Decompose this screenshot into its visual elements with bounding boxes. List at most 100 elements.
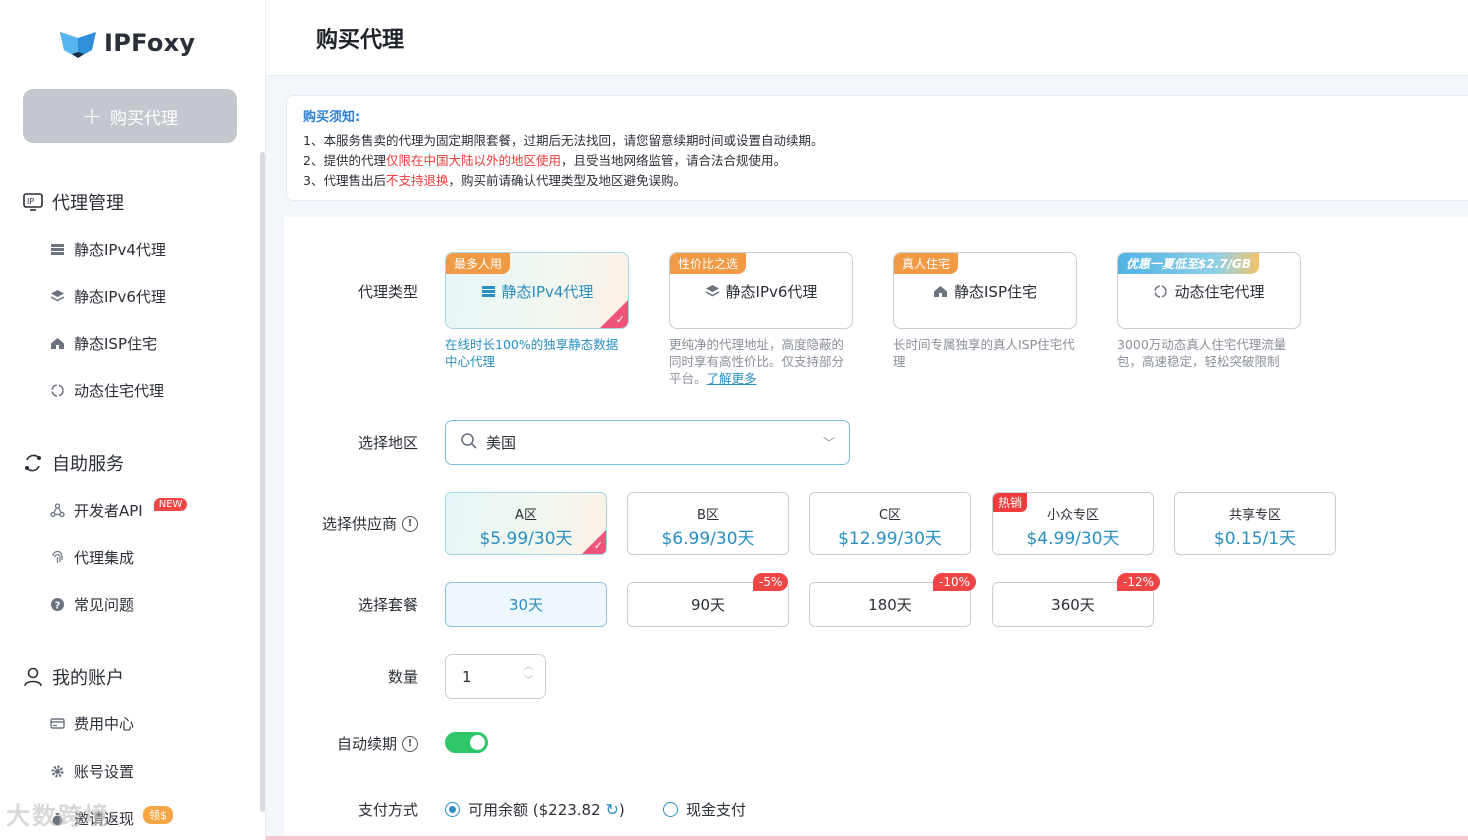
- svg-text:IP: IP: [27, 197, 34, 206]
- supplier-card-b[interactable]: B区 $6.99/30天: [627, 492, 789, 555]
- nav-group-self-service[interactable]: 自助服务: [22, 450, 124, 476]
- notice-text: 2、提供的代理: [303, 153, 386, 168]
- bottom-strip: [266, 836, 1468, 840]
- sidebar-item-label: 常见问题: [74, 596, 135, 614]
- brand-name: IPFoxy: [104, 29, 196, 57]
- check-icon: ✓: [593, 539, 603, 552]
- supplier-name: A区: [515, 508, 537, 523]
- user-icon: [24, 667, 42, 687]
- quantity-label: 数量: [387, 668, 418, 686]
- sidebar-item-label: 静态ISP住宅: [74, 335, 157, 353]
- quantity-stepper[interactable]: 1 ︿ ﹀: [445, 654, 546, 699]
- supplier-card-niche[interactable]: 热销 小众专区 $4.99/30天: [992, 492, 1154, 555]
- buy-proxy-button[interactable]: + 购买代理: [23, 89, 237, 143]
- type-name: 静态IPv4代理: [446, 281, 628, 302]
- question-icon: ?: [50, 597, 65, 612]
- sidebar-item-developer-api[interactable]: 开发者API NEW: [50, 498, 188, 521]
- payment-option-balance[interactable]: 可用余额 ($223.82 ↻): [445, 799, 625, 820]
- sidebar-item-label: 静态IPv6代理: [74, 288, 166, 306]
- type-description: 长时间专属独享的真人ISP住宅代理: [893, 337, 1075, 369]
- nav-group-label: 代理管理: [52, 193, 124, 214]
- supplier-label: 选择供应商!: [278, 513, 418, 534]
- supplier-price: $0.15/1天: [1213, 529, 1297, 549]
- refresh-icon[interactable]: ↻: [605, 800, 618, 819]
- supplier-card-shared[interactable]: 共享专区 $0.15/1天: [1174, 492, 1336, 555]
- proxy-type-card-dynamic-residential[interactable]: 优惠一夏低至$2.7/GB 动态住宅代理: [1117, 252, 1301, 329]
- type-name-text: 静态IPv6代理: [725, 283, 818, 301]
- hot-tag: 热销: [993, 493, 1028, 512]
- auto-renew-label: 自动续期!: [278, 733, 418, 754]
- supplier-name: C区: [878, 508, 902, 523]
- ip-monitor-icon: IP: [23, 193, 43, 211]
- layers-icon: [705, 285, 719, 297]
- type-description: 在线时长100%的独享静态数据中心代理: [445, 337, 619, 369]
- region-label: 选择地区: [357, 434, 418, 452]
- info-icon[interactable]: !: [402, 515, 418, 532]
- server-icon: [481, 286, 495, 297]
- type-description: 3000万动态真人住宅代理流量包，高速稳定，轻松突破限制: [1117, 337, 1287, 369]
- info-icon[interactable]: !: [402, 735, 418, 752]
- supplier-name: 共享专区: [1228, 508, 1281, 523]
- chevron-up-icon[interactable]: ︿: [524, 662, 533, 672]
- notice-line-1: 1、本服务售卖的代理为固定期限套餐，过期后无法找回，请您留意续期时间或设置自动续…: [303, 133, 824, 148]
- sidebar-item-billing[interactable]: 费用中心: [50, 713, 134, 734]
- type-name-text: 静态IPv4代理: [501, 283, 594, 301]
- sidebar-item-faq[interactable]: ? 常见问题: [50, 594, 134, 615]
- payment-option-cash[interactable]: 现金支付: [663, 799, 746, 820]
- type-tag: 真人住宅: [894, 253, 959, 274]
- proxy-type-card-static-ipv6[interactable]: 性价比之选 静态IPv6代理: [669, 252, 853, 329]
- sidebar-item-label: 动态住宅代理: [74, 382, 165, 400]
- type-tag: 性价比之选: [670, 253, 747, 274]
- quantity-value: 1: [462, 667, 472, 686]
- notice-text: ，购买前请确认代理类型及地区避免误购。: [448, 173, 686, 188]
- balance-text: 可用余额 ($223.82: [468, 801, 601, 819]
- api-nodes-icon: [50, 503, 65, 518]
- sidebar-item-account-settings[interactable]: 账号设置: [50, 761, 134, 782]
- cycle-icon: [50, 383, 65, 398]
- stepper-arrows: ︿ ﹀: [524, 662, 533, 686]
- nav-group-proxy-management[interactable]: IP 代理管理: [22, 189, 124, 215]
- card-icon: [50, 716, 65, 731]
- sidebar-item-static-ipv6[interactable]: 静态IPv6代理: [50, 286, 166, 307]
- sidebar-item-dynamic-residential[interactable]: 动态住宅代理: [50, 380, 164, 401]
- type-name: 动态住宅代理: [1118, 281, 1300, 302]
- new-badge: NEW: [153, 498, 188, 511]
- type-name: 静态ISP住宅: [894, 281, 1076, 302]
- cashback-badge: 领$: [143, 805, 174, 824]
- nav-group-my-account[interactable]: 我的账户: [22, 664, 124, 690]
- plan-option-30d[interactable]: 30天: [445, 582, 607, 627]
- discount-badge: -12%: [1117, 573, 1161, 591]
- proxy-type-card-static-ipv4[interactable]: 最多人用 静态IPv4代理 ✓: [445, 252, 629, 329]
- auto-renew-toggle[interactable]: [445, 732, 488, 753]
- learn-more-link[interactable]: 了解更多: [707, 371, 757, 386]
- home-icon: [934, 286, 947, 297]
- proxy-type-label: 代理类型: [357, 283, 418, 301]
- region-select[interactable]: 美国 ﹀: [445, 420, 850, 465]
- sidebar-item-static-ipv4[interactable]: 静态IPv4代理: [50, 239, 166, 260]
- chevron-down-icon[interactable]: ﹀: [524, 676, 533, 686]
- search-icon: [460, 432, 478, 454]
- top-header: 购买代理: [266, 0, 1468, 76]
- type-name-text: 静态ISP住宅: [954, 283, 1037, 301]
- sidebar-item-proxy-integration[interactable]: 代理集成: [50, 547, 134, 568]
- sidebar-item-static-isp[interactable]: 静态ISP住宅: [50, 333, 157, 354]
- server-icon: [50, 242, 65, 257]
- notice-warning-text: 仅限在中国大陆以外的地区使用: [385, 153, 561, 168]
- supplier-label-text: 选择供应商: [321, 515, 397, 533]
- home-icon: [50, 336, 65, 351]
- gear-icon: [50, 764, 65, 779]
- radio-selected[interactable]: [445, 802, 460, 817]
- region-value: 美国: [486, 434, 517, 452]
- supplier-card-a[interactable]: A区 $5.99/30天 ✓: [445, 492, 607, 555]
- plan-label: 选择套餐: [357, 596, 418, 614]
- promo-tag: 优惠一夏低至$2.7/GB: [1118, 253, 1259, 274]
- sidebar-scrollbar[interactable]: [260, 152, 265, 812]
- discount-badge: -10%: [933, 573, 977, 591]
- type-name-text: 动态住宅代理: [1174, 283, 1265, 301]
- proxy-type-card-static-isp[interactable]: 真人住宅 静态ISP住宅: [893, 252, 1077, 329]
- radio-unselected[interactable]: [663, 802, 678, 817]
- brand-logo[interactable]: IPFoxy: [58, 26, 195, 60]
- fox-logo-icon: [60, 32, 96, 58]
- supplier-card-c[interactable]: C区 $12.99/30天: [809, 492, 971, 555]
- cycle-icon: [1154, 285, 1168, 298]
